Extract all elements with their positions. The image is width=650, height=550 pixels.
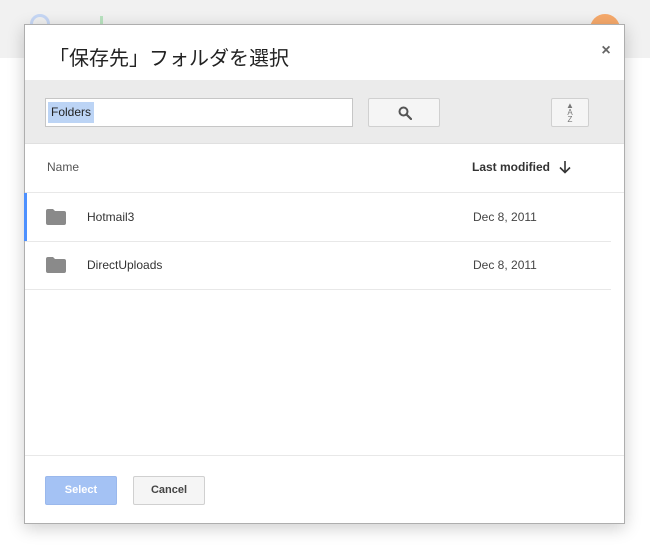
close-icon[interactable]: × — [597, 42, 615, 60]
folder-name: Hotmail3 — [87, 210, 135, 224]
dialog-footer: Select Cancel — [25, 455, 624, 524]
folder-picker-dialog: 「保存先」フォルダを選択 × Folders ▲ A Z Name Last m… — [24, 24, 625, 524]
select-button[interactable]: Select — [45, 476, 117, 505]
cancel-button[interactable]: Cancel — [133, 476, 205, 505]
toolbar: Folders ▲ A Z — [25, 80, 624, 144]
column-name[interactable]: Name — [47, 160, 79, 174]
folder-date: Dec 8, 2011 — [473, 210, 537, 224]
column-header: Name Last modified — [25, 144, 624, 193]
sort-letter-z: Z — [567, 115, 573, 124]
search-button[interactable] — [368, 98, 440, 127]
sort-descending-icon[interactable] — [558, 159, 572, 175]
search-input[interactable]: Folders — [45, 98, 353, 127]
folder-date: Dec 8, 2011 — [473, 258, 537, 272]
search-icon — [398, 106, 412, 120]
sort-button[interactable]: ▲ A Z — [551, 98, 589, 127]
column-last-modified[interactable]: Last modified — [472, 160, 550, 174]
folder-icon — [46, 257, 66, 273]
folder-name: DirectUploads — [87, 258, 163, 272]
dialog-title: 「保存先」フォルダを選択 — [49, 46, 289, 70]
list-item[interactable]: Hotmail3 Dec 8, 2011 — [24, 193, 611, 242]
folder-icon — [46, 209, 66, 225]
search-input-value: Folders — [48, 102, 95, 123]
list-item[interactable]: DirectUploads Dec 8, 2011 — [25, 241, 611, 290]
